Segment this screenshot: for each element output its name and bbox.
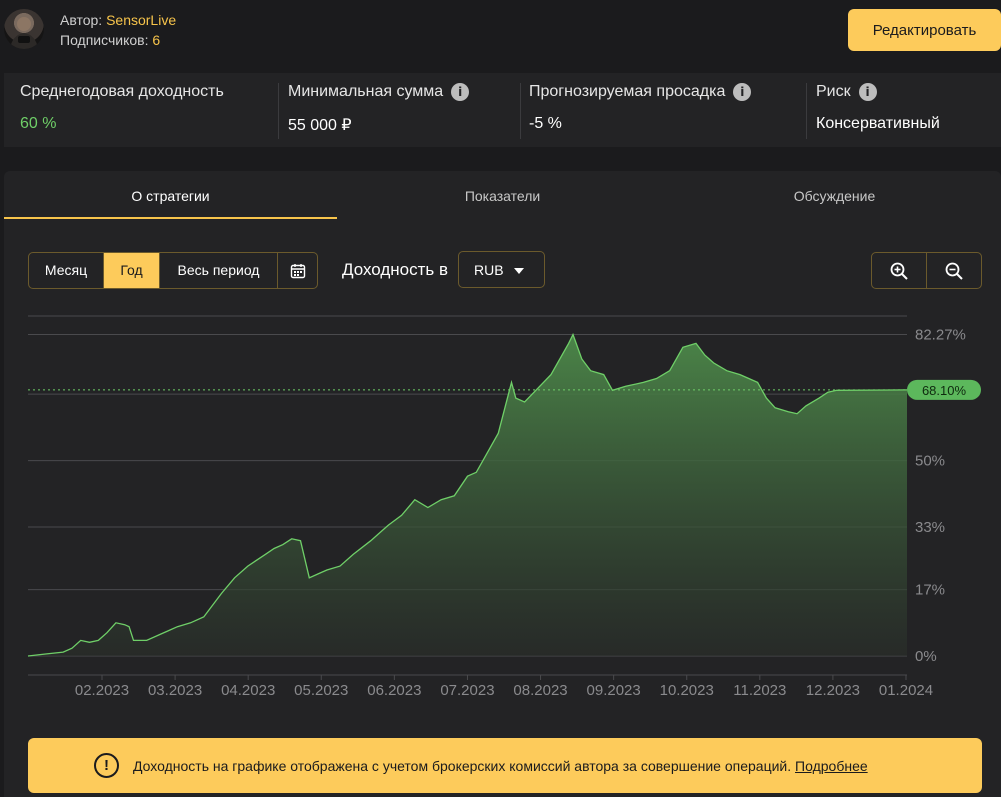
commission-notice: ! Доходность на графике отображена с уче… — [28, 738, 982, 793]
y-axis-labels: 0%17%33%50%67%82.27% — [915, 326, 966, 665]
stat-label: Прогнозируемая просадка — [529, 83, 726, 100]
x-tick-label: 03.2023 — [148, 682, 202, 699]
divider — [806, 83, 807, 139]
alert-icon: ! — [94, 753, 119, 778]
tab-metrics[interactable]: Показатели — [337, 171, 668, 219]
x-axis-labels: 02.2023 03.2023 04.2023 05.2023 06.2023 07.20… — [28, 674, 933, 699]
yield-currency-label: Доходность в — [342, 260, 449, 279]
y-tick-label: 82.27% — [915, 326, 966, 343]
stat-value: -5 % — [529, 115, 562, 132]
x-tick-label: 07.2023 — [440, 682, 494, 699]
current-value-label: 68.10% — [922, 383, 967, 398]
edit-button[interactable]: Редактировать — [848, 9, 1001, 51]
stat-label: Среднегодовая доходность — [20, 83, 224, 100]
zoom-in-icon — [890, 262, 908, 280]
stat-annual-yield: Среднегодовая доходность 60 % — [20, 83, 270, 141]
x-tick-label: 09.2023 — [587, 682, 641, 699]
period-year-button[interactable]: Год — [104, 253, 160, 288]
author-avatar[interactable] — [4, 9, 44, 49]
x-tick-label: 11.2023 — [733, 682, 786, 699]
info-icon[interactable]: i — [451, 83, 470, 101]
y-tick-label: 0% — [915, 648, 937, 665]
y-tick-label: 50% — [915, 453, 945, 470]
subscribers-line: Подписчиков: 6 — [60, 32, 160, 48]
stat-label: Риск — [816, 83, 851, 100]
calendar-button[interactable] — [278, 253, 317, 288]
stat-drawdown: Прогнозируемая просадка i -5 % — [529, 83, 799, 141]
x-tick-label: 12.2023 — [806, 682, 860, 699]
y-tick-label: 33% — [915, 519, 945, 536]
author-name-link[interactable]: SensorLive — [106, 12, 176, 28]
y-tick-label: 17% — [915, 582, 945, 599]
stat-risk: Риск i Консервативный — [816, 83, 996, 141]
tab-discussion[interactable]: Обсуждение — [668, 171, 1001, 219]
x-tick-label: 10.2023 — [660, 682, 714, 699]
divider — [520, 83, 521, 139]
strategy-stats: Среднегодовая доходность 60 % Минимальна… — [4, 73, 1001, 147]
x-tick-label: 05.2023 — [294, 682, 348, 699]
calendar-icon — [290, 263, 305, 278]
info-icon[interactable]: i — [733, 83, 752, 101]
notice-message: Доходность на графике отображена с учето… — [133, 757, 792, 774]
stat-label: Минимальная сумма — [288, 83, 444, 100]
subscribers-count: 6 — [152, 32, 161, 48]
zoom-in-button[interactable] — [872, 253, 927, 288]
x-tick-label: 04.2023 — [221, 682, 275, 699]
divider — [278, 83, 279, 139]
notice-text: Доходность на графике отображена с учето… — [133, 758, 868, 774]
x-tick-label: 01.2024 — [879, 682, 933, 699]
period-month-button[interactable]: Месяц — [29, 253, 104, 288]
zoom-out-button[interactable] — [927, 253, 982, 288]
zoom-controls — [871, 252, 982, 289]
author-header: Автор: SensorLive Подписчиков: 6 Редакти… — [0, 0, 1001, 70]
currency-value: RUB — [474, 261, 504, 278]
period-all-button[interactable]: Весь период — [160, 253, 278, 288]
author-line: Автор: SensorLive — [60, 12, 176, 28]
notice-more-link[interactable]: Подробнее — [795, 758, 868, 774]
x-tick-label: 08.2023 — [513, 682, 567, 699]
x-tick-label: 06.2023 — [367, 682, 421, 699]
zoom-out-icon — [945, 262, 963, 280]
currency-select[interactable]: RUB — [458, 251, 545, 288]
info-icon[interactable]: i — [858, 83, 877, 101]
author-label: Автор: — [60, 12, 103, 28]
strategy-tabs: О стратегии Показатели Обсуждение — [4, 171, 1001, 219]
chart-area — [28, 334, 907, 656]
stat-min-amount: Минимальная сумма i 55 000 ₽ — [288, 83, 518, 141]
subscribers-label: Подписчиков: — [60, 32, 149, 48]
x-tick-label: 02.2023 — [75, 682, 129, 699]
period-selector: Месяц Год Весь период — [28, 252, 318, 289]
chevron-down-icon — [513, 267, 524, 274]
tab-about[interactable]: О стратегии — [4, 171, 337, 219]
stat-value: 60 % — [20, 115, 57, 132]
stat-value: 55 000 ₽ — [288, 117, 352, 134]
stat-value: Консервативный — [816, 115, 940, 132]
yield-chart[interactable]: 0%17%33%50%67%82.27% 02.202303.202304.20… — [0, 300, 1001, 700]
